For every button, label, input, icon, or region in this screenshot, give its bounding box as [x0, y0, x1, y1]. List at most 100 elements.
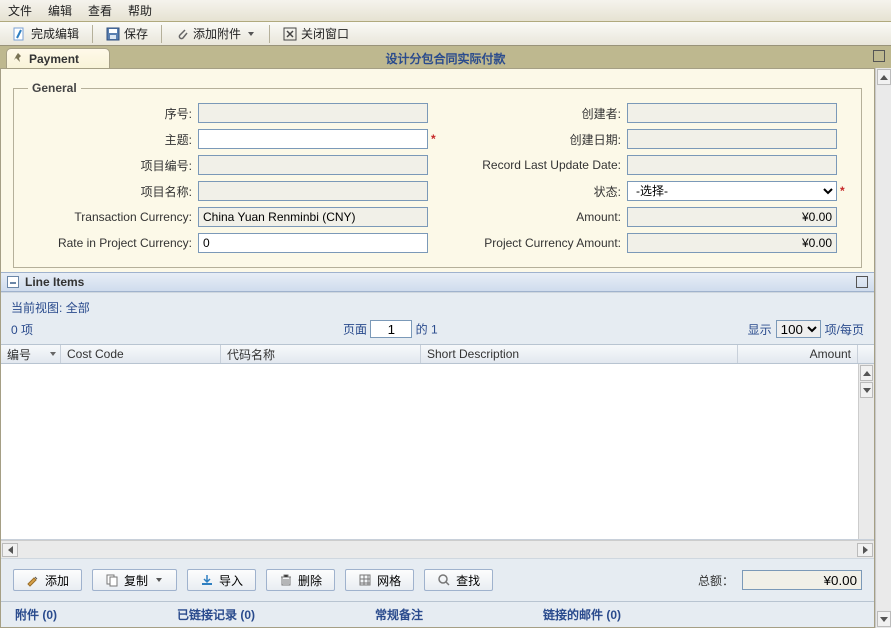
maximize-icon[interactable]	[873, 50, 885, 62]
grid-body	[1, 364, 874, 540]
finish-edit-icon	[13, 27, 27, 41]
save-button[interactable]: 保存	[99, 22, 155, 45]
toolbar: 完成编辑 保存 添加附件 关闭窗口	[0, 22, 891, 46]
proj-amount-input[interactable]	[627, 233, 837, 253]
total-value	[742, 570, 862, 590]
rate-input[interactable]	[198, 233, 428, 253]
find-button[interactable]: 查找	[424, 569, 493, 591]
label-proj-amount: Project Currency Amount:	[438, 236, 627, 250]
col-short-desc[interactable]: Short Description	[421, 345, 738, 363]
save-label: 保存	[124, 25, 148, 42]
label-status: 状态:	[438, 183, 627, 200]
items-count: 0 项	[11, 321, 33, 338]
grid-vertical-scrollbar[interactable]	[858, 364, 874, 539]
delete-button[interactable]: 删除	[266, 569, 335, 591]
copy-button[interactable]: 复制	[92, 569, 177, 591]
col-scroll-spacer	[858, 345, 874, 363]
page-vertical-scrollbar[interactable]	[875, 68, 891, 628]
search-icon	[437, 573, 451, 587]
current-view-value[interactable]: 全部	[66, 301, 90, 315]
menu-file[interactable]: 文件	[8, 2, 32, 19]
required-marker: *	[428, 132, 438, 146]
toolbar-separator	[161, 25, 162, 43]
find-label: 查找	[456, 572, 480, 589]
page-label: 页面	[343, 323, 367, 337]
menu-view[interactable]: 查看	[88, 2, 112, 19]
col-amount[interactable]: Amount	[738, 345, 858, 363]
import-label: 导入	[219, 572, 243, 589]
current-view-label: 当前视图:	[11, 301, 62, 315]
footer-general-notes[interactable]: 常规备注	[375, 606, 423, 623]
toolbar-separator	[92, 25, 93, 43]
close-window-label: 关闭窗口	[301, 25, 349, 42]
footer-attachments[interactable]: 附件 (0)	[15, 606, 57, 623]
add-icon	[26, 573, 40, 587]
close-icon	[283, 27, 297, 41]
paperclip-icon	[175, 27, 189, 41]
finish-edit-button[interactable]: 完成编辑	[6, 22, 86, 45]
menu-edit[interactable]: 编辑	[48, 2, 72, 19]
add-attachment-button[interactable]: 添加附件	[168, 22, 263, 45]
line-items-panel: 当前视图: 全部 0 项 页面 的 1 显示 100 项/每页 编号 Cost …	[1, 292, 874, 601]
scroll-down-icon[interactable]	[860, 382, 873, 398]
tab-strip: Payment 设计分包合同实际付款	[0, 46, 891, 68]
last-update-input[interactable]	[627, 155, 837, 175]
page-input[interactable]	[370, 320, 412, 338]
creator-input[interactable]	[627, 103, 837, 123]
scroll-up-icon[interactable]	[877, 69, 891, 85]
grid-header: 编号 Cost Code 代码名称 Short Description Amou…	[1, 344, 874, 364]
delete-label: 删除	[298, 572, 322, 589]
finish-edit-label: 完成编辑	[31, 25, 79, 42]
footer-linked-records[interactable]: 已链接记录 (0)	[177, 606, 255, 623]
line-items-title: Line Items	[25, 275, 84, 289]
button-bar: 添加 复制 导入 删除 网格	[1, 558, 874, 601]
subject-input[interactable]	[198, 129, 428, 149]
col-cost-code[interactable]: Cost Code	[61, 345, 221, 363]
add-button[interactable]: 添加	[13, 569, 82, 591]
copy-icon	[105, 573, 119, 587]
delete-icon	[279, 573, 293, 587]
label-amount: Amount:	[438, 210, 627, 224]
per-page-label: 项/每页	[825, 321, 864, 338]
show-label: 显示	[748, 321, 772, 338]
footer-linked-mail[interactable]: 链接的邮件 (0)	[543, 606, 621, 623]
menu-help[interactable]: 帮助	[128, 2, 152, 19]
total-label: 总额：	[698, 572, 734, 589]
close-window-button[interactable]: 关闭窗口	[276, 22, 356, 45]
txn-currency-input[interactable]	[198, 207, 428, 227]
label-last-update: Record Last Update Date:	[438, 158, 627, 172]
add-attachment-label: 添加附件	[193, 25, 241, 42]
scroll-right-icon[interactable]	[857, 543, 873, 557]
scroll-up-icon[interactable]	[860, 365, 873, 381]
required-marker: *	[837, 184, 847, 198]
label-creator: 创建者:	[438, 105, 627, 122]
import-button[interactable]: 导入	[187, 569, 256, 591]
project-name-input[interactable]	[198, 181, 428, 201]
amount-input[interactable]	[627, 207, 837, 227]
col-code-name[interactable]: 代码名称	[221, 345, 421, 363]
page-of: 的 1	[416, 323, 438, 337]
content-area: General 序号: 创建者: 主题: * 创建日期: 项目编号: Recor…	[0, 68, 875, 628]
show-select[interactable]: 100	[776, 320, 821, 338]
footer-links: 附件 (0) 已链接记录 (0) 常规备注 链接的邮件 (0)	[1, 601, 874, 627]
project-no-input[interactable]	[198, 155, 428, 175]
grid-horizontal-scrollbar[interactable]	[1, 540, 874, 558]
copy-label: 复制	[124, 572, 148, 589]
general-legend: General	[28, 81, 81, 95]
collapse-icon[interactable]	[7, 276, 19, 288]
toolbar-separator	[269, 25, 270, 43]
status-select[interactable]: -选择-	[627, 181, 837, 201]
scroll-down-icon[interactable]	[877, 611, 891, 627]
col-no[interactable]: 编号	[1, 345, 61, 363]
import-icon	[200, 573, 214, 587]
serial-input[interactable]	[198, 103, 428, 123]
label-txn-currency: Transaction Currency:	[28, 210, 198, 224]
scroll-left-icon[interactable]	[2, 543, 18, 557]
line-items-header: Line Items	[1, 272, 874, 292]
grid-button[interactable]: 网格	[345, 569, 414, 591]
add-label: 添加	[45, 572, 69, 589]
maximize-icon[interactable]	[856, 276, 868, 288]
menubar: 文件 编辑 查看 帮助	[0, 0, 891, 22]
label-project-name: 项目名称:	[28, 183, 198, 200]
created-date-input[interactable]	[627, 129, 837, 149]
